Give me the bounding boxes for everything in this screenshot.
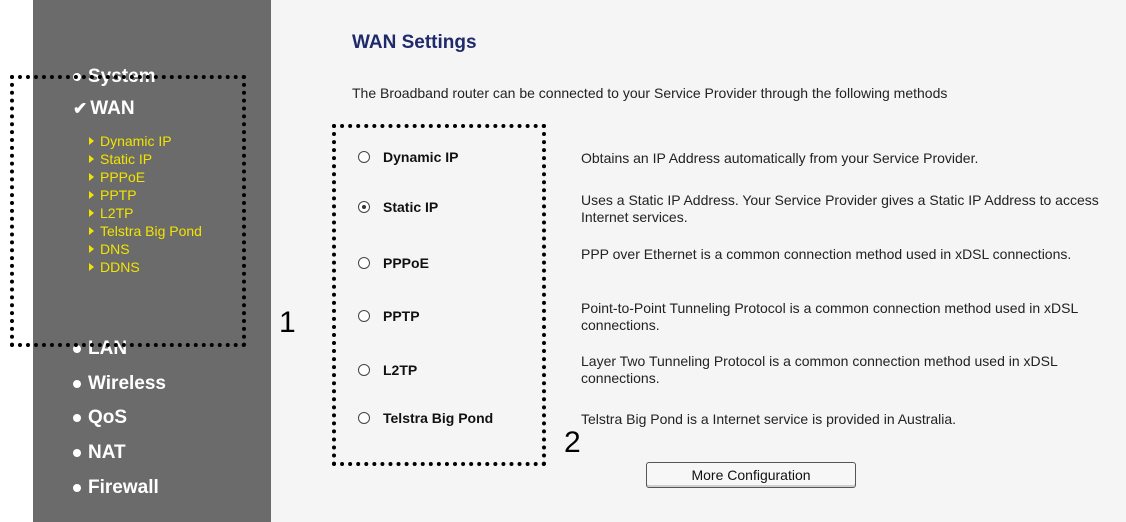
intro-text: The Broadband router can be connected to… [352, 85, 948, 101]
nav-firewall[interactable]: Firewall [73, 477, 159, 499]
bullet-icon [73, 449, 81, 457]
option-description: Telstra Big Pond is a Internet service i… [581, 411, 957, 427]
bullet-icon [73, 380, 81, 388]
nav-qos-label: QoS [88, 407, 128, 428]
nav-nat-label: NAT [88, 442, 126, 463]
option-description: Obtains an IP Address automatically from… [581, 150, 979, 166]
option-description: Uses a Static IP Address. Your Service P… [581, 192, 1099, 225]
annotation-box-2 [332, 124, 546, 466]
option-description: PPP over Ethernet is a common connection… [581, 246, 1072, 262]
option-description: Point-to-Point Tunneling Protocol is a c… [581, 300, 1078, 333]
bullet-icon [73, 414, 81, 422]
annotation-box-1 [10, 75, 246, 347]
option-description: Layer Two Tunneling Protocol is a common… [581, 353, 1058, 386]
nav-wireless-label: Wireless [88, 373, 166, 394]
nav-firewall-label: Firewall [88, 477, 159, 498]
bullet-icon [73, 484, 81, 492]
nav-qos[interactable]: QoS [73, 407, 127, 429]
annotation-marker-2: 2 [564, 426, 581, 459]
page-title: WAN Settings [352, 32, 477, 53]
nav-wireless[interactable]: Wireless [73, 373, 166, 395]
annotation-marker-1: 1 [279, 306, 296, 339]
more-configuration-button[interactable]: More Configuration [646, 462, 856, 488]
nav-nat[interactable]: NAT [73, 442, 126, 464]
